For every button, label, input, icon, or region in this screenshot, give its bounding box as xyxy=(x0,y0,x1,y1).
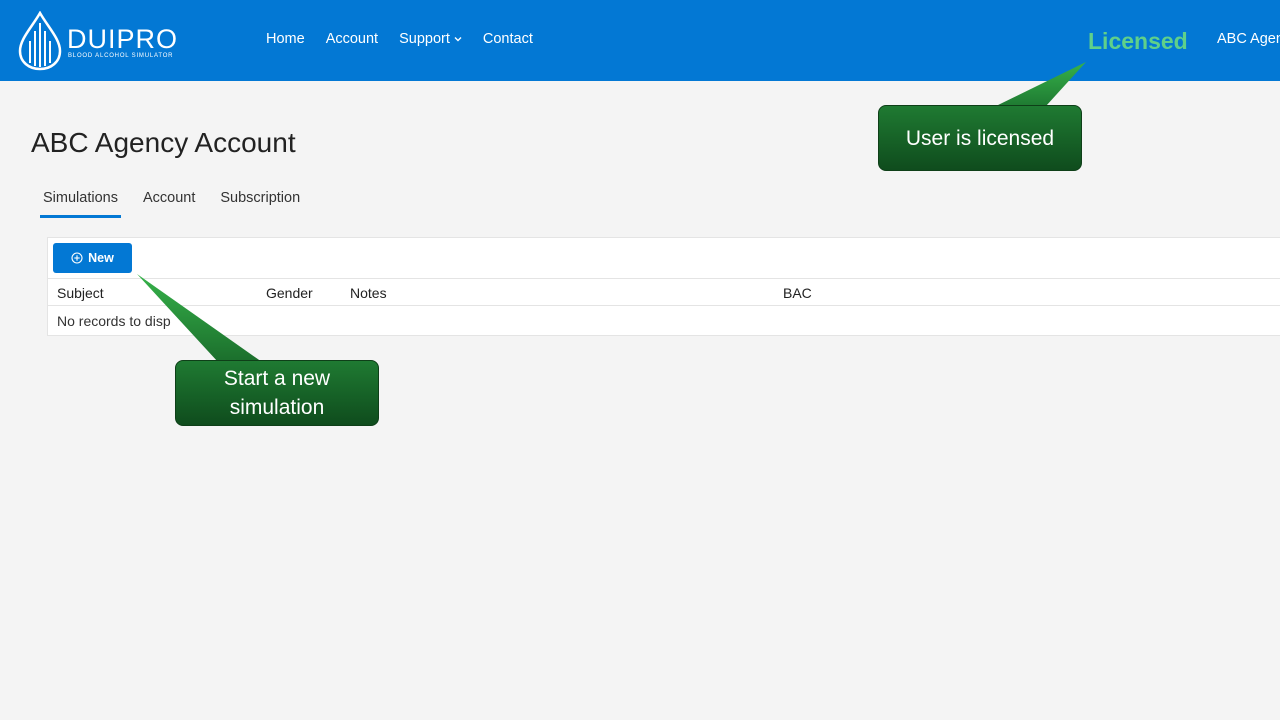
top-nav-bar: DUIPRO BLOOD ALCOHOL SIMULATOR Home Acco… xyxy=(0,0,1280,81)
chevron-down-icon xyxy=(454,37,462,42)
tab-simulations[interactable]: Simulations xyxy=(40,190,121,218)
nav-contact[interactable]: Contact xyxy=(483,31,533,47)
user-account-menu[interactable]: ABC Agen xyxy=(1217,31,1280,47)
column-header-gender[interactable]: Gender xyxy=(266,285,313,301)
account-tabs: Simulations Account Subscription xyxy=(40,190,322,218)
grid-toolbar: New xyxy=(48,238,1280,279)
nav-home-label: Home xyxy=(266,31,305,47)
tab-account[interactable]: Account xyxy=(140,190,198,218)
license-status: Licensed xyxy=(1088,28,1188,54)
no-records-message: No records to disp xyxy=(57,313,171,329)
column-header-notes[interactable]: Notes xyxy=(350,285,387,301)
new-simulation-callout: Start a new simulation xyxy=(175,360,379,426)
nav-account-label: Account xyxy=(325,31,379,47)
new-simulation-callout-text: Start a new simulation xyxy=(223,367,331,419)
grid-header-row: Subject Gender Notes BAC xyxy=(48,279,1280,306)
column-header-bac[interactable]: BAC xyxy=(783,285,812,301)
main-nav: Home Account Support Contact xyxy=(266,31,554,47)
water-drop-logo-icon xyxy=(18,11,62,71)
duipro-logo[interactable]: DUIPRO BLOOD ALCOHOL SIMULATOR xyxy=(18,11,198,71)
plus-circle-icon xyxy=(71,252,83,264)
nav-account[interactable]: Account xyxy=(326,31,378,47)
new-button-label: New xyxy=(88,251,114,265)
logo-tagline: BLOOD ALCOHOL SIMULATOR xyxy=(68,53,174,59)
page: DUIPRO BLOOD ALCOHOL SIMULATOR Home Acco… xyxy=(0,0,1280,720)
licensed-callout-text: User is licensed xyxy=(905,126,1055,150)
tab-subscription[interactable]: Subscription xyxy=(217,190,303,218)
column-header-subject[interactable]: Subject xyxy=(57,285,104,301)
nav-home[interactable]: Home xyxy=(266,31,305,47)
nav-support-label: Support xyxy=(399,31,450,47)
logo-wordmark: DUIPRO xyxy=(67,24,179,54)
licensed-callout: User is licensed xyxy=(878,105,1082,171)
grid-empty-row: No records to disp xyxy=(48,306,1280,335)
new-simulation-button[interactable]: New xyxy=(53,243,132,273)
nav-contact-label: Contact xyxy=(482,31,533,47)
page-title: ABC Agency Account xyxy=(31,127,296,158)
simulations-grid: New Subject Gender Notes BAC No records … xyxy=(47,237,1280,336)
nav-support[interactable]: Support xyxy=(399,31,462,47)
